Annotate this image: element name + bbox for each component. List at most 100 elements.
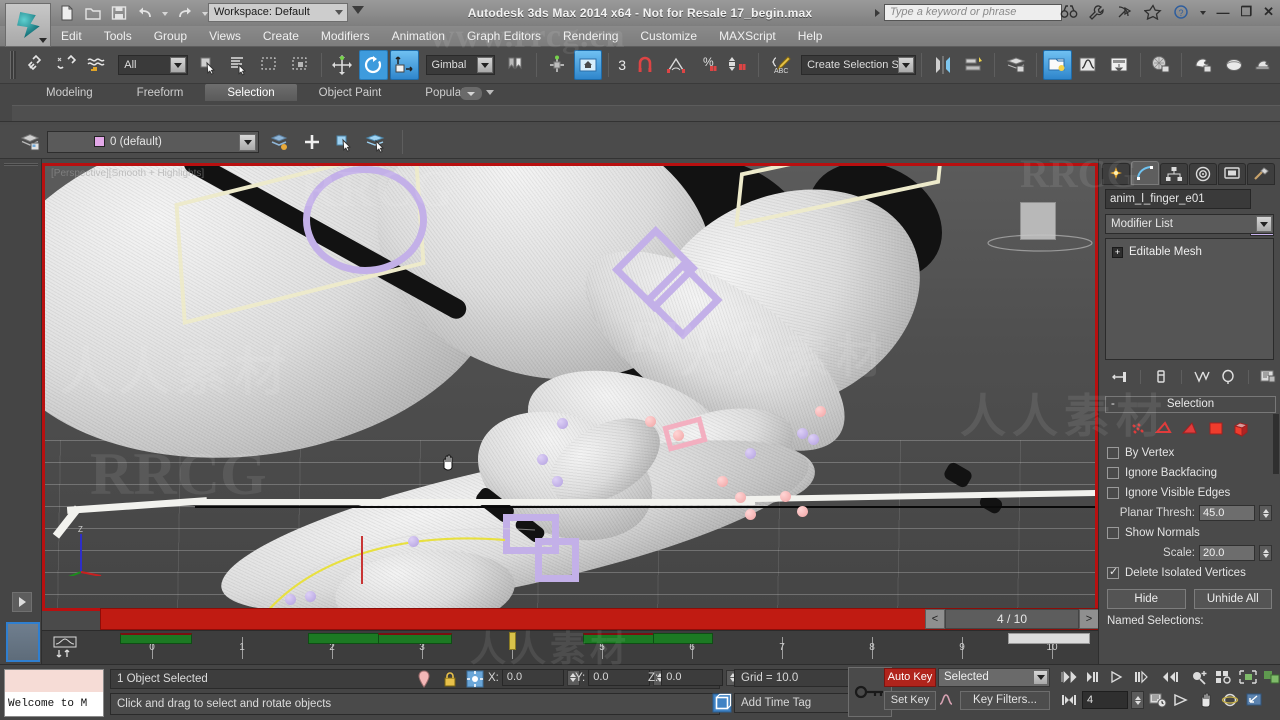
absolute-relative-icon[interactable] xyxy=(466,670,484,691)
select-and-link-icon[interactable] xyxy=(21,50,50,80)
menu-tools[interactable]: Tools xyxy=(93,26,143,46)
utilities-tab[interactable] xyxy=(1247,163,1275,185)
align-icon[interactable] xyxy=(959,50,988,80)
star-icon[interactable] xyxy=(1144,4,1162,22)
animation-key-vertex[interactable] xyxy=(557,418,568,429)
modify-tab[interactable] xyxy=(1131,161,1159,185)
menu-create[interactable]: Create xyxy=(252,26,310,46)
show-normals-row[interactable]: Show Normals xyxy=(1107,523,1272,543)
set-key-curve-icon[interactable] xyxy=(938,691,958,712)
animation-key-vertex[interactable] xyxy=(305,591,316,602)
animation-key-vertex[interactable] xyxy=(735,492,746,503)
scale-field[interactable]: 20.0 xyxy=(1199,545,1255,561)
unlink-selection-icon[interactable] xyxy=(52,50,81,80)
menu-help[interactable]: Help xyxy=(787,26,834,46)
key-range[interactable] xyxy=(653,633,713,644)
menu-customize[interactable]: Customize xyxy=(629,26,708,46)
unhide-all-button[interactable]: Unhide All xyxy=(1193,589,1272,609)
current-frame-indicator[interactable]: 4 / 10 xyxy=(945,609,1079,629)
select-object-icon[interactable] xyxy=(194,50,223,80)
ignore-backfacing-row[interactable]: Ignore Backfacing xyxy=(1107,463,1272,483)
save-icon[interactable] xyxy=(110,4,128,22)
go-to-start-icon[interactable] xyxy=(1058,667,1079,687)
polygon-subobject-icon[interactable] xyxy=(1207,421,1225,440)
wrench-icon[interactable] xyxy=(1088,4,1106,22)
auto-key-button[interactable]: Auto Key xyxy=(884,668,936,687)
select-and-move-icon[interactable] xyxy=(328,50,357,80)
key-range[interactable] xyxy=(120,633,192,644)
angle-snap-toggle-icon[interactable] xyxy=(662,50,691,80)
tab-object-paint[interactable]: Object Paint xyxy=(297,84,404,101)
scale-spinner[interactable] xyxy=(1259,545,1272,561)
graphite-modeling-icon[interactable] xyxy=(1042,50,1072,80)
percent-snap-icon[interactable]: % xyxy=(693,50,722,80)
menu-edit[interactable]: Edit xyxy=(50,26,93,46)
time-tag-icon[interactable] xyxy=(712,693,732,716)
next-frame-button[interactable]: > xyxy=(1079,609,1099,629)
current-layer-combo[interactable]: 0 (default) xyxy=(47,130,259,153)
undo-dropdown-icon[interactable] xyxy=(162,4,168,22)
animation-key-vertex[interactable] xyxy=(537,454,548,465)
tab-modeling[interactable]: Modeling xyxy=(24,84,115,101)
maxscript-mini-listener[interactable]: Welcome to M xyxy=(4,669,104,717)
redo-icon[interactable] xyxy=(176,4,194,22)
time-configuration-icon[interactable] xyxy=(1147,690,1168,710)
expand-rail-button[interactable] xyxy=(12,592,32,612)
edit-named-selection-icon[interactable]: ABC xyxy=(765,50,794,80)
by-vertex-row[interactable]: By Vertex xyxy=(1107,443,1272,463)
search-input[interactable]: Type a keyword or phrase xyxy=(884,4,1062,21)
planar-thresh-spinner[interactable] xyxy=(1259,505,1272,521)
viewport-label[interactable]: [Perspective][Smooth + Highlights] xyxy=(51,168,204,179)
use-pivot-center-icon[interactable] xyxy=(501,50,530,80)
animation-key-vertex[interactable] xyxy=(673,430,684,441)
remove-modifier-icon[interactable] xyxy=(1216,367,1239,387)
command-panel-scrollbar[interactable] xyxy=(1273,414,1279,474)
reference-coordinate-combo[interactable]: Gimbal xyxy=(425,55,495,75)
app-logo-button[interactable] xyxy=(5,3,51,47)
workspace-expand-icon[interactable] xyxy=(352,6,364,14)
material-editor-icon[interactable] xyxy=(1147,50,1176,80)
render-production-icon[interactable] xyxy=(1250,50,1279,80)
animation-key-vertex[interactable] xyxy=(780,491,791,502)
key-range-selected[interactable] xyxy=(1008,633,1090,644)
track-bar[interactable]: 0 1 2 3 4 5 6 7 8 9 10 xyxy=(42,630,1098,664)
menu-rendering[interactable]: Rendering xyxy=(552,26,629,46)
delete-isolated-vertices-checkbox[interactable] xyxy=(1107,565,1119,579)
show-end-result-icon[interactable] xyxy=(1149,367,1172,387)
ignore-visible-edges-checkbox[interactable] xyxy=(1107,487,1119,499)
face-subobject-icon[interactable] xyxy=(1181,421,1199,440)
maximize-button[interactable]: ❐ xyxy=(1240,4,1252,20)
selection-rollout-header[interactable]: - Selection xyxy=(1105,396,1276,413)
display-tab[interactable] xyxy=(1218,163,1246,185)
go-to-end-icon[interactable] xyxy=(1159,667,1180,687)
close-button[interactable]: ✕ xyxy=(1263,4,1274,20)
render-setup-icon[interactable] xyxy=(1188,50,1217,80)
orbit-icon[interactable] xyxy=(1219,690,1240,710)
key-mode-toggle-icon[interactable] xyxy=(1058,690,1079,710)
binoculars-icon[interactable] xyxy=(1060,4,1078,22)
chevron-down-icon[interactable] xyxy=(898,57,915,73)
add-time-tag-button[interactable]: Add Time Tag xyxy=(734,693,858,713)
maxscript-output-line[interactable]: Welcome to M xyxy=(5,692,103,716)
chevron-down-icon[interactable] xyxy=(486,90,494,95)
window-crossing-icon[interactable] xyxy=(286,50,315,80)
angle-snap-icon[interactable] xyxy=(631,50,660,80)
key-range[interactable] xyxy=(378,633,452,644)
maximize-viewport-icon[interactable] xyxy=(1243,690,1264,710)
pin-stack-icon[interactable] xyxy=(1109,367,1132,387)
select-objects-in-layer-icon[interactable] xyxy=(329,127,359,157)
animation-key-vertex[interactable] xyxy=(745,509,756,520)
layer-manager-icon[interactable] xyxy=(16,127,46,157)
time-slider[interactable]: < 4 / 10 > xyxy=(100,608,1100,630)
animation-key-vertex[interactable] xyxy=(815,406,826,417)
animation-key-vertex[interactable] xyxy=(808,434,819,445)
modifier-stack[interactable]: + Editable Mesh xyxy=(1105,238,1274,360)
collapse-icon[interactable]: - xyxy=(1111,397,1115,412)
tab-freeform[interactable]: Freeform xyxy=(115,84,206,101)
menu-views[interactable]: Views xyxy=(198,26,252,46)
current-frame-field[interactable]: 4 xyxy=(1082,691,1128,709)
animation-key-vertex[interactable] xyxy=(645,416,656,427)
vertex-subobject-icon[interactable] xyxy=(1129,421,1147,440)
previous-frame-icon[interactable] xyxy=(1082,667,1103,687)
animation-key-vertex[interactable] xyxy=(717,476,728,487)
